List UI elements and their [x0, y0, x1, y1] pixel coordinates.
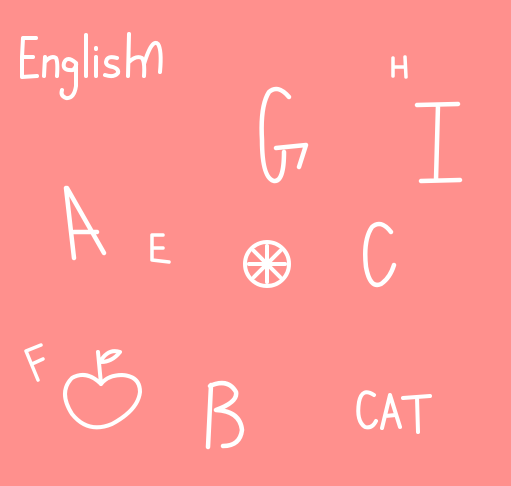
- word-cat: CAT: [356, 390, 432, 434]
- letter-b: B: [205, 380, 245, 450]
- orange-slice-drawing: [243, 240, 291, 288]
- letter-h: H: [391, 55, 408, 79]
- letter-g: G: [259, 86, 309, 184]
- letter-f: F: [24, 343, 45, 382]
- letter-c: C: [363, 221, 397, 288]
- drawing-canvas: English A E: [0, 0, 511, 486]
- letter-i: I: [414, 101, 463, 184]
- letter-e: E: [150, 233, 171, 264]
- apple-drawing: [63, 349, 142, 430]
- letter-a: A: [63, 185, 107, 261]
- handwritten-doodle: English A E G H I C F B CAT: [20, 32, 463, 450]
- title-english: English: [20, 32, 163, 101]
